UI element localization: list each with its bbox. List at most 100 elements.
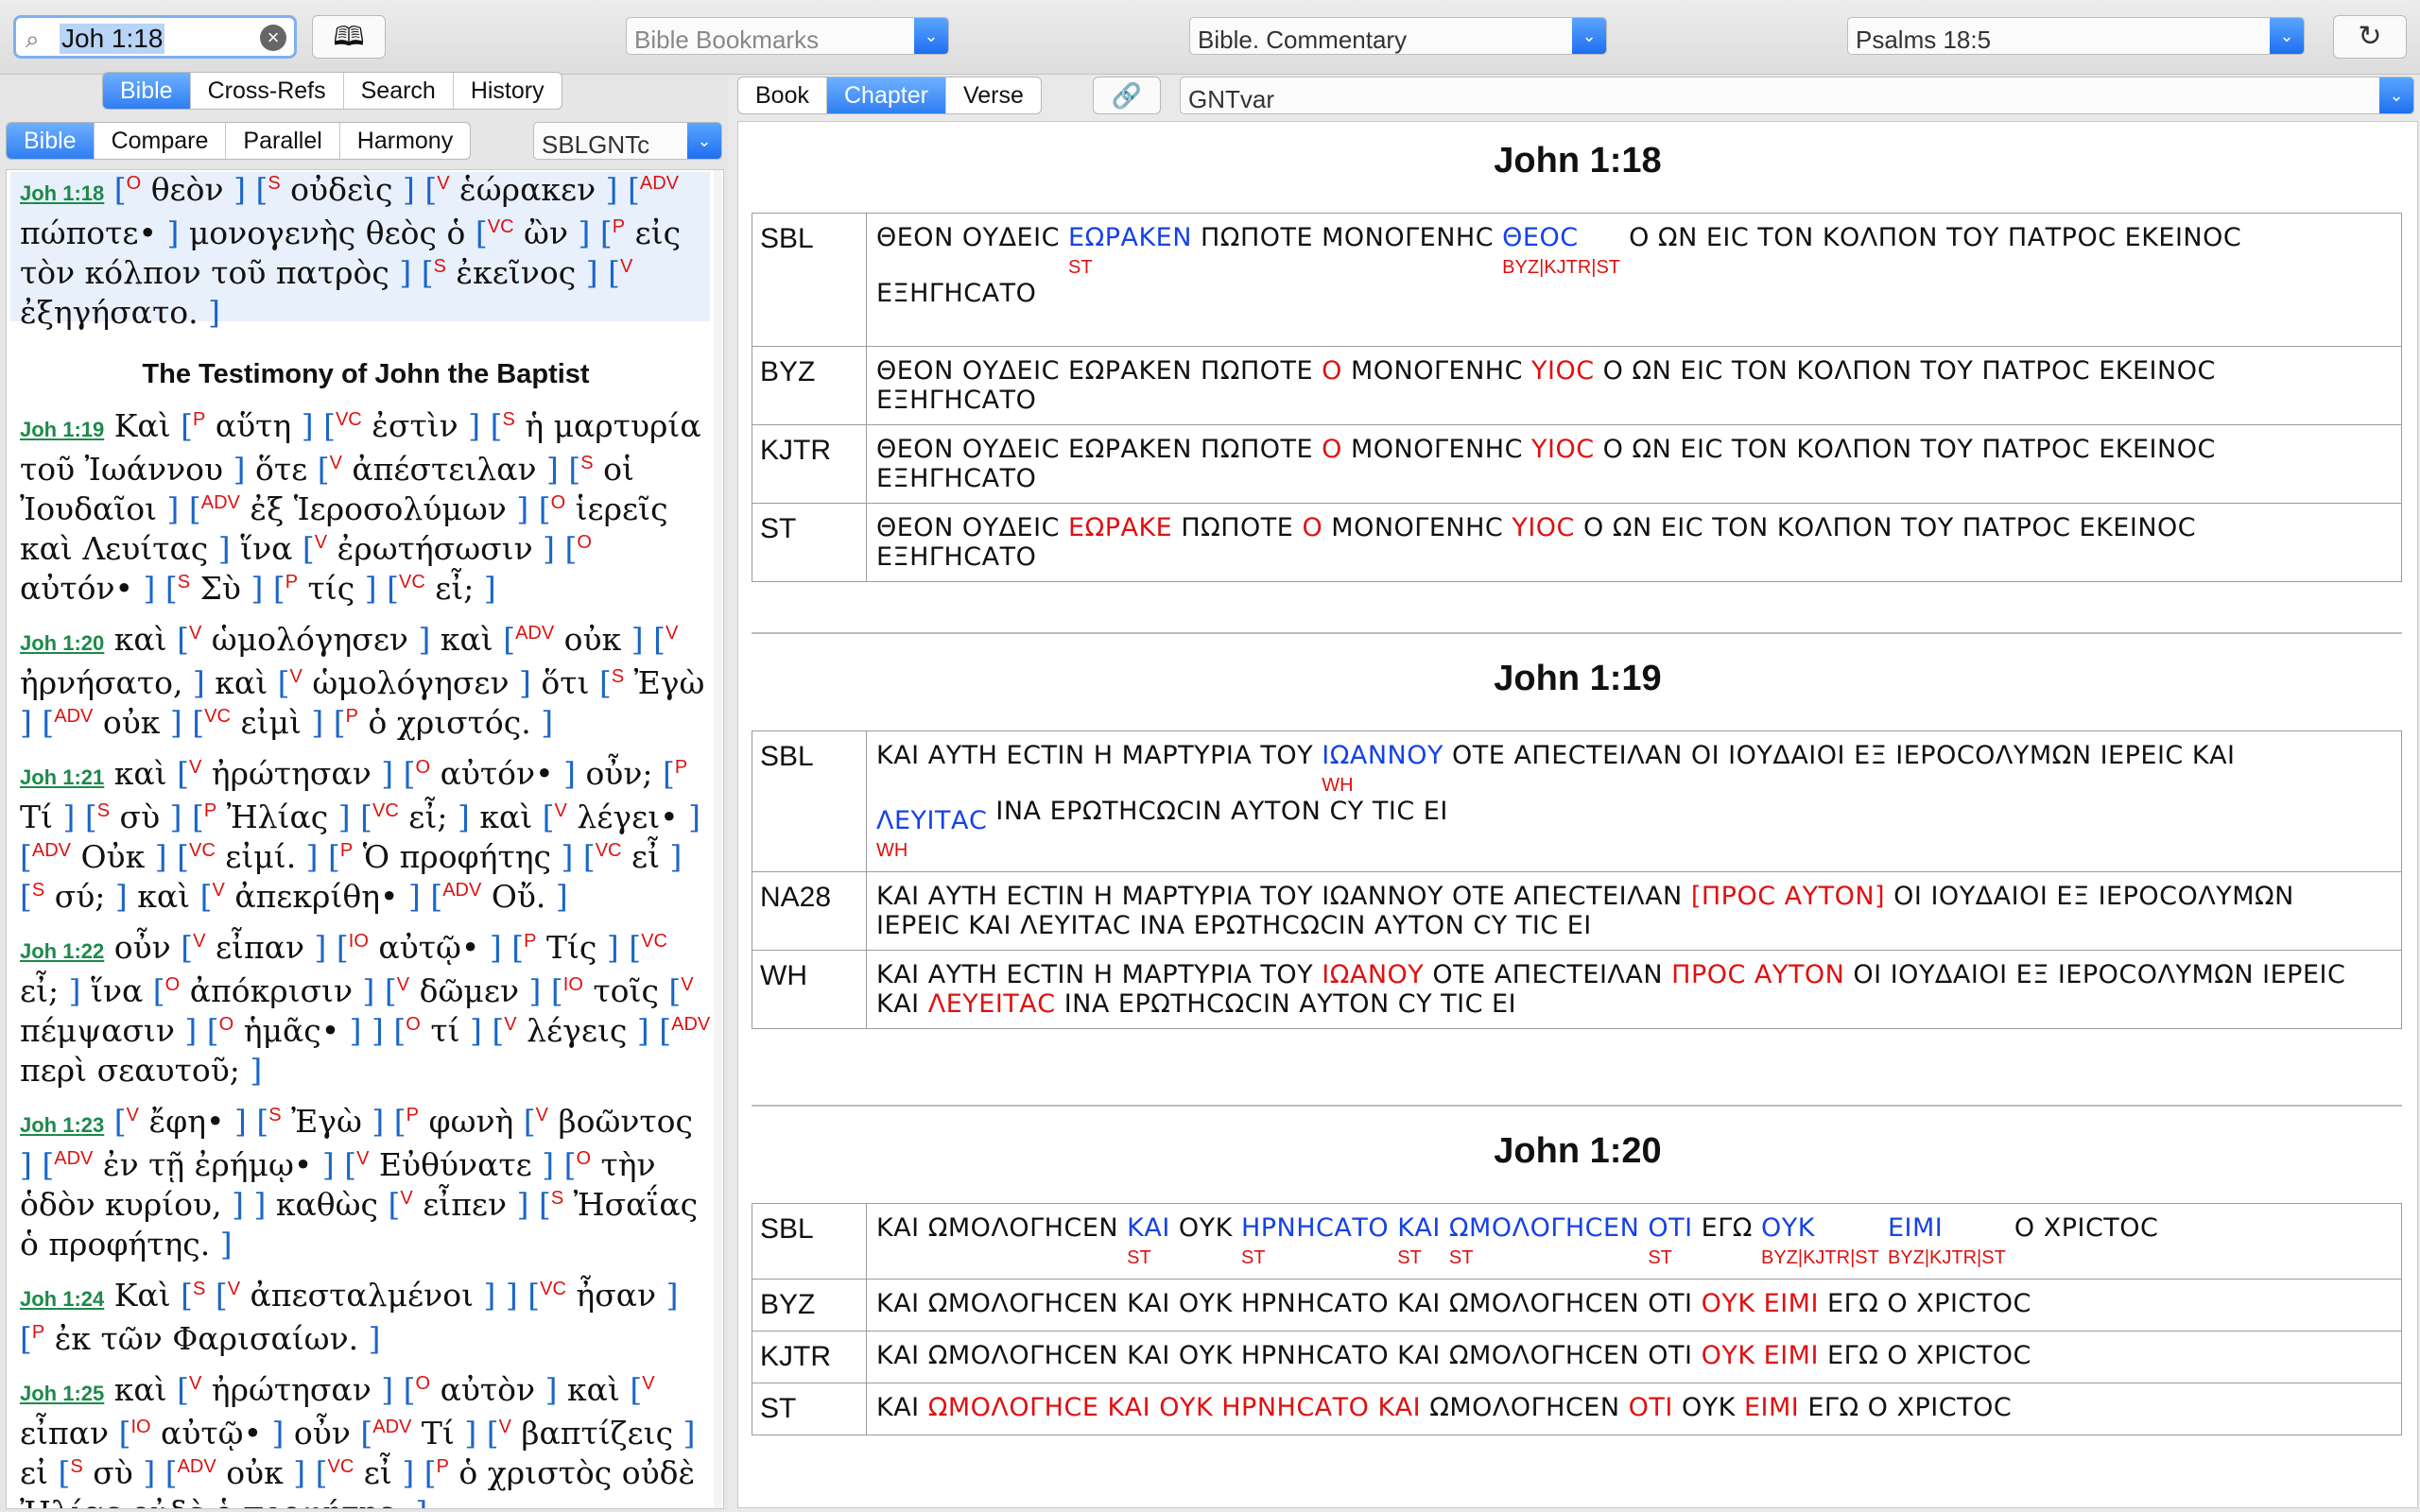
variant-text: ΘΕΟΝ ΟΥΔΕΙϹ ΕΩΡΑΚΕ ΠΩΠΟΤΕ Ο ΜΟΝΟΓΕΝΗϹ ΥΙ… <box>866 503 2402 582</box>
verse-title: John 1:20 <box>1494 1131 1662 1171</box>
variant-version-dropdown[interactable]: GNTvar ⌄ <box>1180 77 2414 114</box>
chevron-down-icon: ⌄ <box>1572 18 1606 54</box>
variant-text: ΘΕΟΝ ΟΥΔΕΙϹ ΕΩΡΑΚΕΝ ΠΩΠΟΤΕ Ο ΜΟΝΟΓΕΝΗϹ Υ… <box>866 424 2402 504</box>
variant-table: SBL ΚΑΙ ΩΜΟΛΟΓΗϹΕΝ ΚΑΙ ST ΟΥΚ ΗΡΝΗϹΑΤΟ ST … <box>752 1203 2402 1435</box>
variant-text: ΘΕΟΝ ΟΥΔΕΙϹ ΕΩΡΑΚΕΝ ST ΠΩΠΟΤΕ ΜΟΝΟΓΕΝΗϹ Θ… <box>866 213 2402 347</box>
table-row: BYZ ΘΕΟΝ ΟΥΔΕΙϹ ΕΩΡΑΚΕΝ ΠΩΠΟΤΕ Ο ΜΟΝΟΓΕΝ… <box>752 346 2402 425</box>
verse-18: Joh 1:18 [O θεὸν ] [S οὐδεὶς ] [V ἑώρακε… <box>20 171 682 331</box>
subtab-parallel[interactable]: Parallel <box>225 123 338 159</box>
divider <box>752 632 2402 634</box>
subtab-compare[interactable]: Compare <box>93 123 226 159</box>
verse-ref-link[interactable]: Joh 1:24 <box>20 1287 104 1311</box>
magnifier-icon: ⌕ <box>26 25 40 53</box>
variant-table: SBL ΘΕΟΝ ΟΥΔΕΙϹ ΕΩΡΑΚΕΝ ST ΠΩΠΟΤΕ ΜΟΝΟΓΕΝ… <box>752 213 2402 582</box>
tab-cross-refs[interactable]: Cross-Refs <box>189 73 343 109</box>
bible-version-label: SBLGNTc <box>542 130 650 159</box>
table-row: KJTR ΘΕΟΝ ΟΥΔΕΙϹ ΕΩΡΑΚΕΝ ΠΩΠΟΤΕ Ο ΜΟΝΟΓΕ… <box>752 424 2402 504</box>
verse-ref-link[interactable]: Joh 1:19 <box>20 418 104 441</box>
table-row: ST ΚΑΙ ΩΜΟΛΟΓΗϹΕ ΚΑΙ ΟΥΚ ΗΡΝΗϹΑΤΟ ΚΑΙ ΩΜ… <box>752 1383 2402 1435</box>
passage-dropdown-label: Psalms 18:5 <box>1856 26 1992 54</box>
passage-search-field[interactable]: ⌕ Joh 1:18 × <box>13 15 297 59</box>
variant-comparison-view[interactable]: John 1:18 SBL ΘΕΟΝ ΟΥΔΕΙϹ ΕΩΡΑΚΕΝ ST ΠΩΠΟ… <box>737 121 2418 1508</box>
verse-23: Joh 1:23 [V ἔφη• ] [S Ἐγὼ ] [P φωνὴ [V β… <box>20 1103 699 1263</box>
verse-20: Joh 1:20 καὶ [V ὡμολόγησεν ] καὶ [ADV οὐ… <box>20 621 705 741</box>
variant-note: BYZ|KJTR|ST <box>1502 257 1621 278</box>
subtab-bible[interactable]: Bible <box>7 123 94 159</box>
variant-note: BYZ|KJTR|ST <box>1887 1247 2006 1268</box>
verse-ref-link[interactable]: Joh 1:23 <box>20 1113 104 1137</box>
verse-ref-link[interactable]: Joh 1:22 <box>20 939 104 963</box>
variant-text: ΚΑΙ ΩΜΟΛΟΓΗϹΕΝ ΚΑΙ ΟΥΚ ΗΡΝΗϹΑΤΟ ΚΑΙ ΩΜΟΛ… <box>866 1279 2402 1332</box>
chevron-down-icon: ⌄ <box>2379 77 2413 113</box>
source-label: SBL <box>752 730 867 872</box>
tab-search[interactable]: Search <box>342 73 453 109</box>
table-row: WH ΚΑΙ ΑΥΤΗ ΕϹΤΙΝ Η ΜΑΡΤΥΡΙΑ ΤΟΥ ΙΩΑΝΟΥ … <box>752 950 2402 1029</box>
table-row: KJTR ΚΑΙ ΩΜΟΛΟΓΗϹΕΝ ΚΑΙ ΟΥΚ ΗΡΝΗϹΑΤΟ ΚΑΙ… <box>752 1331 2402 1383</box>
verse-ref-link[interactable]: Joh 1:20 <box>20 631 104 655</box>
chevron-down-icon: ⌄ <box>687 123 721 159</box>
main-toolbar: ⌕ Joh 1:18 × 🕮 Bible Bookmarks ⌄ Bible. … <box>0 0 2420 75</box>
table-row: NA28 ΚΑΙ ΑΥΤΗ ΕϹΤΙΝ Η ΜΑΡΤΥΡΙΑ ΤΟΥ ΙΩΑΝΝ… <box>752 871 2402 951</box>
variant-version-label: GNTvar <box>1188 85 1274 113</box>
verse-19: Joh 1:19 Καὶ [P αὕτη ] [VC ἐστὶν ] [S ἡ … <box>20 407 701 607</box>
bible-version-dropdown[interactable]: SBLGNTc ⌄ <box>533 122 722 160</box>
source-label: NA28 <box>752 871 867 951</box>
variant-text: ΚΑΙ ΩΜΟΛΟΓΗϹΕ ΚΑΙ ΟΥΚ ΗΡΝΗϹΑΤΟ ΚΑΙ ΩΜΟΛΟ… <box>866 1383 2402 1435</box>
verse-21: Joh 1:21 καὶ [V ἠρώτησαν ] [O αὐτόν• ] ο… <box>20 755 700 915</box>
section-heading: The Testimony of John the Baptist <box>142 359 590 389</box>
verse-ref-link[interactable]: Joh 1:18 <box>20 181 104 205</box>
verse-title: John 1:18 <box>1494 141 1662 180</box>
table-row: ST ΘΕΟΝ ΟΥΔΕΙϹ ΕΩΡΑΚΕ ΠΩΠΟΤΕ Ο ΜΟΝΟΓΕΝΗϹ… <box>752 503 2402 582</box>
commentary-dropdown[interactable]: Bible. Commentary ⌄ <box>1189 17 1607 55</box>
source-label: ST <box>752 503 867 582</box>
subtab-harmony[interactable]: Harmony <box>338 123 470 159</box>
verse-25: Joh 1:25 καὶ [V ἠρώτησαν ] [O αὐτὸν ] κα… <box>20 1371 696 1508</box>
divider <box>752 1105 2402 1107</box>
variant-note: BYZ|KJTR|ST <box>1761 1247 1879 1268</box>
variant-note: ST <box>1448 1247 1474 1268</box>
source-label: WH <box>752 950 867 1029</box>
source-label: KJTR <box>752 1331 867 1383</box>
table-row: SBL ΚΑΙ ΑΥΤΗ ΕϹΤΙΝ Η ΜΑΡΤΥΡΙΑ ΤΟΥ ΙΩΑΝΝΟ… <box>752 730 2402 872</box>
commentary-toolbar: Book Chapter Verse 🔗 GNTvar ⌄ <box>734 75 2420 122</box>
source-label: KJTR <box>752 424 867 504</box>
variant-note: WH <box>1322 775 1354 796</box>
variant-text: ΚΑΙ ΩΜΟΛΟΓΗϹΕΝ ΚΑΙ ΟΥΚ ΗΡΝΗϹΑΤΟ ΚΑΙ ΩΜΟΛ… <box>866 1331 2402 1383</box>
commentary-dropdown-label: Bible. Commentary <box>1198 26 1408 54</box>
variant-text: ΚΑΙ ΑΥΤΗ ΕϹΤΙΝ Η ΜΑΡΤΥΡΙΑ ΤΟΥ ΙΩΑΝΟΥ ΟΤΕ… <box>866 950 2402 1029</box>
link-icon[interactable]: 🔗 <box>1093 77 1161 114</box>
chevron-down-icon: ⌄ <box>914 18 948 54</box>
tab-history[interactable]: History <box>452 73 562 109</box>
table-row: SBL ΚΑΙ ΩΜΟΛΟΓΗϹΕΝ ΚΑΙ ST ΟΥΚ ΗΡΝΗϹΑΤΟ ST … <box>752 1203 2402 1280</box>
variant-note: ST <box>1127 1247 1151 1268</box>
scope-tabs: Book Chapter Verse <box>737 77 1042 114</box>
passage-search-input[interactable]: Joh 1:18 <box>60 24 165 54</box>
verse-22: Joh 1:22 οὖν [V εἶπαν ] [IO αὐτῷ• ] [P Τ… <box>20 929 711 1089</box>
tab-verse[interactable]: Verse <box>944 77 1041 113</box>
variant-note: ST <box>1397 1247 1422 1268</box>
tab-chapter[interactable]: Chapter <box>825 77 945 113</box>
left-main-tabs: Bible Cross-Refs Search History <box>102 72 562 110</box>
sync-icon[interactable]: ↻ <box>2333 15 2407 59</box>
table-row: BYZ ΚΑΙ ΩΜΟΛΟΓΗϹΕΝ ΚΑΙ ΟΥΚ ΗΡΝΗϹΑΤΟ ΚΑΙ … <box>752 1279 2402 1332</box>
source-label: BYZ <box>752 1279 867 1332</box>
bible-text-view[interactable]: Joh 1:18 [O θεὸν ] [S οὐδεὶς ] [V ἑώρακε… <box>6 169 724 1509</box>
verse-title: John 1:19 <box>1494 659 1662 698</box>
variant-note: ST <box>1068 257 1093 278</box>
tab-bible[interactable]: Bible <box>103 73 190 109</box>
tab-book[interactable]: Book <box>738 77 826 113</box>
verse-ref-link[interactable]: Joh 1:25 <box>20 1382 104 1405</box>
variant-text: ΚΑΙ ΑΥΤΗ ΕϹΤΙΝ Η ΜΑΡΤΥΡΙΑ ΤΟΥ ΙΩΑΝΝΟΥ ΟΤ… <box>866 871 2402 951</box>
variant-text: ΚΑΙ ΩΜΟΛΟΓΗϹΕΝ ΚΑΙ ST ΟΥΚ ΗΡΝΗϹΑΤΟ ST ΚΑΙ S… <box>866 1203 2402 1280</box>
bookmarks-dropdown-label: Bible Bookmarks <box>634 26 820 54</box>
scrollbar[interactable] <box>714 170 721 1508</box>
variant-note: ST <box>1648 1247 1672 1268</box>
passage-dropdown[interactable]: Psalms 18:5 ⌄ <box>1847 17 2305 55</box>
clear-icon[interactable]: × <box>260 25 286 51</box>
bookmarks-dropdown[interactable]: Bible Bookmarks ⌄ <box>626 17 949 55</box>
open-book-icon[interactable]: 🕮 <box>312 15 386 59</box>
verse-ref-link[interactable]: Joh 1:21 <box>20 765 104 789</box>
source-label: SBL <box>752 1203 867 1280</box>
bible-pane: Bible Cross-Refs Search History Bible Co… <box>0 72 728 1512</box>
variant-note: WH <box>876 840 908 861</box>
